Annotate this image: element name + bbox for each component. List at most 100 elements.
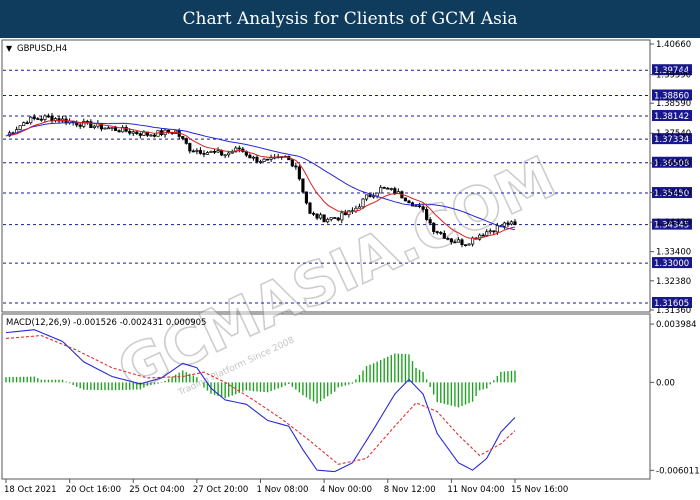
candle-body <box>304 191 309 204</box>
candle-body <box>403 197 408 202</box>
candle-body <box>311 212 316 215</box>
price-tick-label: 1.31360 <box>656 306 691 316</box>
candle-body <box>191 150 195 153</box>
symbol-label: GBPUSD,H4 <box>17 44 67 54</box>
candle-body <box>425 209 429 220</box>
macd-tick-label: 0.003984 <box>656 320 697 330</box>
time-tick-label: 25 Oct 04:00 <box>129 485 184 495</box>
candle-body <box>128 130 132 134</box>
candle-body <box>269 157 273 160</box>
candle-body <box>502 222 506 227</box>
candle-body <box>32 116 36 119</box>
candle-body <box>322 214 326 223</box>
candle-body <box>216 150 220 153</box>
time-tick-label: 18 Oct 2021 <box>4 485 57 495</box>
time-tick-label: 1 Nov 08:00 <box>257 485 309 495</box>
candle-body <box>262 158 266 162</box>
candle-body <box>488 230 492 233</box>
candle-body <box>364 194 369 200</box>
candle-body <box>495 225 499 233</box>
candle-body <box>471 237 475 245</box>
candle-body <box>467 243 471 246</box>
candle-body <box>326 218 330 223</box>
candle-body <box>290 159 294 167</box>
candle-body <box>379 187 383 194</box>
candle-body <box>220 150 224 156</box>
candle-body <box>198 150 202 154</box>
candle-body <box>237 147 241 150</box>
macd-label: MACD(12,26,9) -0.001526 -0.002431 0.0009… <box>6 318 206 328</box>
candle-body <box>258 161 263 163</box>
candle-body <box>375 192 379 197</box>
candle-body <box>106 127 111 130</box>
candle-body <box>110 127 114 129</box>
price-tick-label: 1.35470 <box>656 188 691 198</box>
level-label: 1.38142 <box>654 112 689 122</box>
candle-body <box>421 206 425 210</box>
candle-body <box>329 217 333 220</box>
price-tick-label: 1.32380 <box>656 277 691 287</box>
macd-panel <box>1 313 651 480</box>
macd-tick-label: 0.00 <box>656 378 675 388</box>
candle-body <box>435 231 439 233</box>
price-tick-label: 1.38590 <box>656 99 691 109</box>
candle-body <box>361 198 365 208</box>
time-tick-label: 8 Nov 12:00 <box>384 485 436 495</box>
candle-body <box>152 134 157 137</box>
candle-body <box>39 118 43 121</box>
candle-body <box>142 131 146 136</box>
time-tick-label: 20 Oct 16:00 <box>66 485 121 495</box>
candle-body <box>50 115 54 121</box>
candle-body <box>463 244 468 246</box>
price-tick-label: 1.39590 <box>656 71 691 81</box>
candle-body <box>43 115 47 120</box>
candle-body <box>340 212 344 221</box>
candle-body <box>92 125 96 128</box>
candle-body <box>357 206 362 209</box>
candle-body <box>103 127 107 130</box>
candle-body <box>372 195 376 198</box>
macd-axis: 0.003984 0.00 -0.006011 <box>649 314 700 479</box>
candle-body <box>113 127 118 131</box>
candle-body <box>389 188 393 190</box>
candle-body <box>485 231 489 236</box>
candle-body <box>393 188 397 194</box>
price-axis: 1.40660 1.39590 1.38590 1.37540 1.36500 1.354… <box>649 40 691 316</box>
price-tick-label: 1.40660 <box>656 40 691 50</box>
candle-body <box>248 154 252 159</box>
candle-body <box>481 234 485 237</box>
candle-body <box>319 214 323 219</box>
time-tick-label: 4 Nov 00:00 <box>320 485 372 495</box>
candle-body <box>382 187 386 189</box>
candle-body <box>202 153 206 155</box>
candle-body <box>167 129 171 133</box>
candle-body <box>315 213 319 219</box>
candle-body <box>265 158 270 161</box>
candle-body <box>18 125 22 130</box>
candle-body <box>456 239 461 243</box>
candle-body <box>453 241 457 244</box>
candle-body <box>181 136 185 139</box>
candle-body <box>25 122 29 125</box>
candle-body <box>212 151 217 153</box>
candle-body <box>209 151 213 153</box>
candle-body <box>138 133 142 136</box>
candle-body <box>46 115 50 118</box>
time-tick-label: 27 Oct 20:00 <box>193 485 248 495</box>
candle-body <box>188 143 192 152</box>
candle-body <box>195 150 199 152</box>
price-tick-label: 1.33400 <box>656 248 691 258</box>
candle-body <box>184 138 188 144</box>
price-chart: GCMASIA.COM Trading Platform Since 2008 … <box>1 39 700 495</box>
candle-body <box>509 221 514 225</box>
candle-body <box>407 200 411 204</box>
candle-body <box>414 205 418 208</box>
time-tick-label: 15 Nov 16:00 <box>511 485 568 495</box>
candle-body <box>506 222 510 225</box>
symbol-dropdown-icon[interactable]: ▼ <box>6 44 13 53</box>
macd-tick-label: -0.006011 <box>656 466 700 476</box>
candle-body <box>442 233 446 239</box>
candle-body <box>297 166 301 180</box>
candle-body <box>78 124 82 127</box>
candle-body <box>446 238 450 240</box>
